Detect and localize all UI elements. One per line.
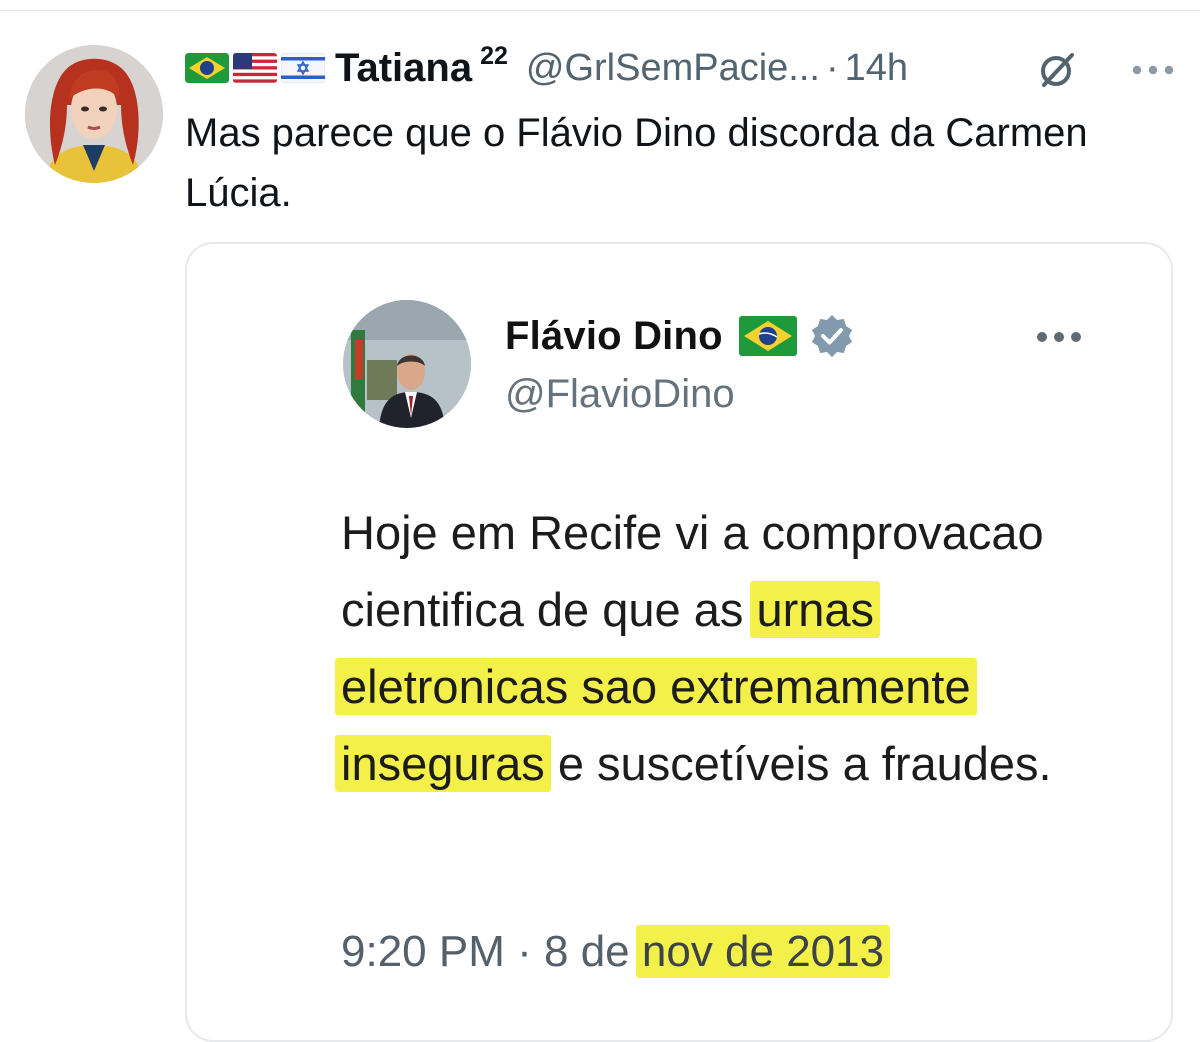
- quoted-author-handle: @FlavioDino: [505, 372, 735, 416]
- quoted-avatar-photo-icon: [343, 300, 471, 428]
- brazil-flag-icon: [738, 316, 797, 356]
- more-icon[interactable]: [1131, 64, 1175, 76]
- quoted-name-row: Flávio Dino: [505, 306, 855, 366]
- author-flags: [185, 53, 325, 83]
- post-time[interactable]: 14h: [845, 47, 908, 90]
- avatar-illustration-icon: [25, 45, 163, 183]
- top-divider: [0, 10, 1200, 11]
- quoted-author-name: Flávio Dino: [505, 313, 723, 358]
- header-separator: ·: [825, 46, 839, 89]
- author-badge: 22: [480, 41, 508, 70]
- verified-badge-icon: [811, 315, 852, 357]
- usa-flag-icon: [233, 53, 277, 83]
- quoted-time: 9:20 PM: [341, 927, 505, 976]
- israel-flag-icon: [281, 53, 325, 83]
- quoted-more-icon: [1037, 332, 1081, 342]
- quoted-timestamp: 9:20 PM · 8 de nov de 2013: [341, 925, 891, 978]
- quoted-text-part: Hoje em Recife vi a comprovacao cientifi…: [341, 506, 1044, 636]
- post-header: Tatiana 22 @GrlSemPacie... · 14h: [185, 42, 1180, 94]
- quoted-author-avatar: [343, 300, 471, 428]
- quoted-date: 8 de: [544, 927, 630, 976]
- post-text: Mas parece que o Flávio Dino discorda da…: [185, 111, 1088, 215]
- quoted-tweet-card[interactable]: Flávio Dino @FlavioDino Hoje em Recife v…: [185, 242, 1173, 1042]
- quoted-text-part: e suscetíveis a fraudes.: [544, 737, 1052, 790]
- quoted-separator: ·: [517, 927, 532, 976]
- brazil-flag-icon: [185, 53, 229, 83]
- author-name[interactable]: Tatiana: [335, 46, 472, 91]
- grok-icon[interactable]: [1036, 49, 1078, 91]
- author-avatar[interactable]: [25, 45, 163, 183]
- author-handle[interactable]: @GrlSemPacie...: [526, 47, 820, 90]
- highlighted-date: nov de 2013: [635, 925, 891, 978]
- quoted-tweet-text: Hoje em Recife vi a comprovacao cientifi…: [335, 494, 1101, 802]
